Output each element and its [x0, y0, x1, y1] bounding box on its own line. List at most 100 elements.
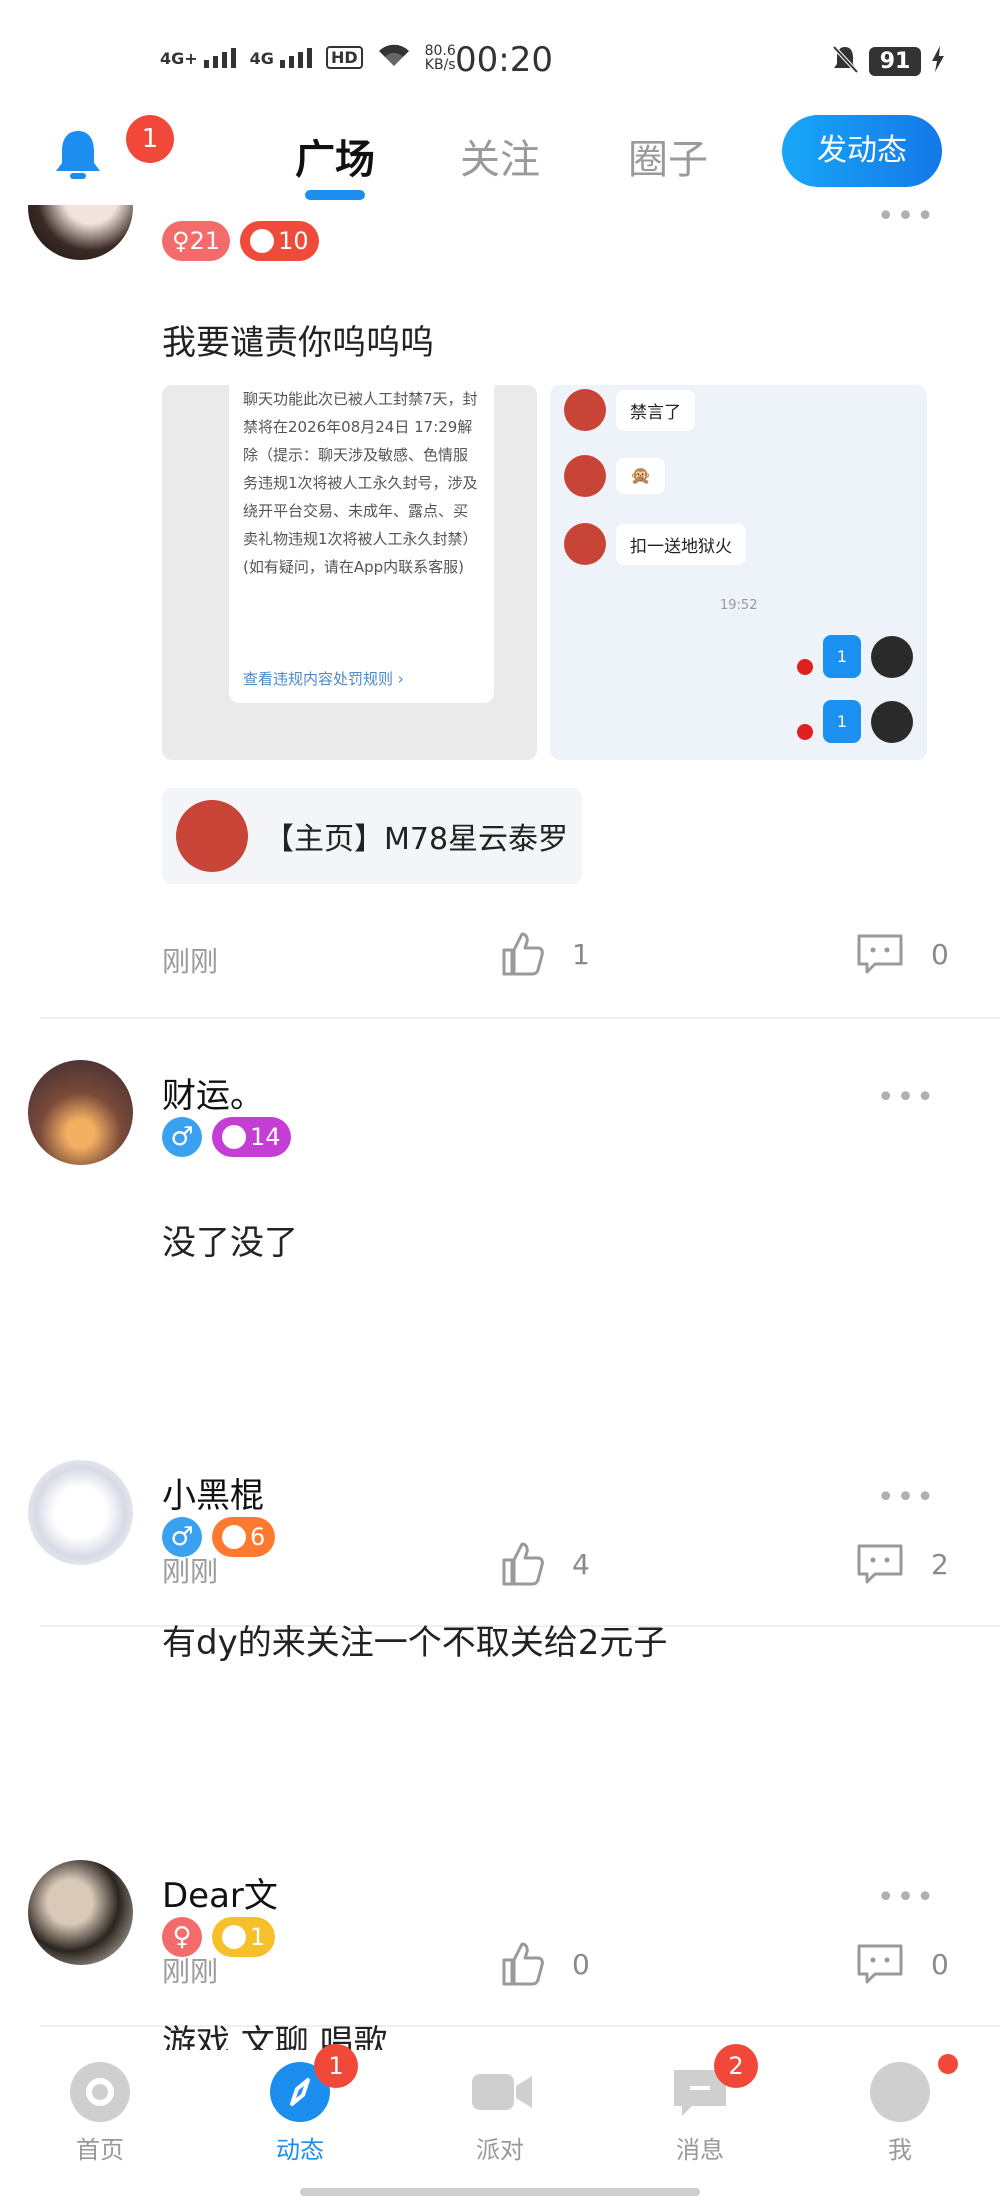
- nav-party-label: 派对: [476, 2136, 524, 2164]
- notification-bell-button[interactable]: 1: [48, 115, 174, 185]
- chat-avatar: [871, 635, 913, 678]
- nav-party[interactable]: 派对: [430, 2050, 570, 2165]
- nav-me-label: 我: [888, 2136, 912, 2164]
- battery-level: 91: [869, 46, 921, 76]
- level-badge: 6: [212, 1517, 276, 1557]
- mute-bell-icon: [831, 44, 859, 78]
- post-divider: [40, 1017, 1000, 1019]
- level-badge: 10: [240, 221, 319, 261]
- comment-icon: [857, 1544, 903, 1584]
- send-failed-icon: [796, 658, 813, 675]
- comment-icon: [857, 1944, 903, 1984]
- clock: 00:20: [455, 40, 553, 80]
- avatar[interactable]: [28, 1460, 133, 1565]
- status-bar: 4G+ 4G HD 80.6 KB/s 00:20 91: [0, 0, 1000, 115]
- username[interactable]: 小黑棍: [162, 1468, 264, 1517]
- nav-messages[interactable]: 2 消息: [630, 2044, 770, 2165]
- nav-me-dot: [938, 2054, 958, 2074]
- chat-avatar: [871, 700, 913, 743]
- chat-bubble: 禁言了: [616, 389, 695, 431]
- comment-count: 2: [931, 1547, 949, 1581]
- chat-self-message: 1: [796, 635, 913, 678]
- bell-icon: [56, 131, 100, 179]
- comment-button[interactable]: 0: [855, 930, 949, 978]
- send-failed-icon: [796, 723, 813, 740]
- user-badges: ♀ 1: [162, 1917, 276, 1957]
- chat-message: 🙊: [564, 455, 666, 497]
- charging-icon: [931, 46, 945, 76]
- more-options-icon[interactable]: •••: [877, 1880, 936, 1915]
- status-right: 91: [831, 44, 945, 78]
- nav-home-label: 首页: [76, 2136, 124, 2164]
- nav-feed[interactable]: 1 动态: [230, 2044, 370, 2165]
- chat-message: 扣一送地狱火: [564, 523, 746, 565]
- post-content: 我要谴责你呜呜呜: [162, 323, 434, 363]
- gender-badge: ♀: [162, 1917, 202, 1957]
- tab-circles[interactable]: 圈子: [628, 127, 708, 185]
- chat-bubble: 1: [822, 700, 861, 743]
- ban-notice-text: 聊天功能此次已被人工封禁7天，封禁将在2026年08月24日 17:29解除（提…: [243, 390, 478, 576]
- top-navigation: 1 广场 关注 圈子 发动态: [0, 115, 1000, 205]
- thumbs-up-icon: [502, 1542, 544, 1586]
- profile-card-title: 【主页】M78星云泰罗: [264, 822, 569, 857]
- chat-self-message: 1: [796, 700, 913, 743]
- comment-count: 0: [931, 1947, 949, 1981]
- signal-4g-plus-icon: 4G+: [160, 47, 236, 68]
- avatar[interactable]: [28, 1860, 133, 1965]
- level-badge: 1: [212, 1917, 276, 1957]
- comment-icon: [857, 934, 903, 974]
- bottom-navigation: 首页 1 动态 派对 2 消息 我: [0, 2044, 1000, 2200]
- nav-feed-badge: 1: [314, 2044, 358, 2088]
- app-screen: 4G+ 4G HD 80.6 KB/s 00:20 91 1 广场 关注 圈子 …: [0, 0, 1000, 2200]
- comment-count: 0: [931, 937, 949, 971]
- compass-icon: 1: [270, 2044, 358, 2122]
- nav-me[interactable]: 我: [830, 2050, 970, 2165]
- chat-bubble: 扣一送地狱火: [616, 523, 746, 565]
- username[interactable]: 财运。: [162, 1068, 264, 1117]
- tab-square[interactable]: 广场: [295, 127, 375, 185]
- ban-notice-card: 聊天功能此次已被人工封禁7天，封禁将在2026年08月24日 17:29解除（提…: [229, 385, 494, 703]
- wifi-icon: [377, 42, 411, 73]
- linked-profile-card[interactable]: 【主页】M78星云泰罗: [162, 788, 582, 884]
- chat-avatar: [564, 455, 606, 497]
- chat-timestamp: 19:52: [720, 598, 758, 613]
- network-speed: 80.6 KB/s: [424, 42, 456, 73]
- ban-rules-link: 查看违规内容处罚规则 ›: [243, 670, 404, 688]
- like-count: 0: [572, 1947, 590, 1981]
- more-options-icon[interactable]: •••: [877, 1480, 936, 1515]
- thumbs-up-icon: [502, 1942, 544, 1986]
- user-badges: ♂ 6: [162, 1517, 276, 1557]
- like-button[interactable]: 1: [498, 930, 590, 978]
- post-image-chat[interactable]: 禁言了 🙊 扣一送地狱火 19:52 1 1: [550, 385, 927, 760]
- gender-badge: ♂: [162, 1517, 202, 1557]
- avatar[interactable]: [28, 1060, 133, 1165]
- video-icon: [470, 2062, 532, 2122]
- more-options-icon[interactable]: •••: [877, 1080, 936, 1115]
- like-button[interactable]: 4: [498, 1540, 590, 1588]
- home-indicator[interactable]: [300, 2188, 700, 2196]
- post-image-notice[interactable]: 聊天功能此次已被人工封禁7天，封禁将在2026年08月24日 17:29解除（提…: [162, 385, 537, 760]
- tab-following[interactable]: 关注: [460, 127, 540, 185]
- comment-button[interactable]: 2: [855, 1540, 949, 1588]
- level-badge: 14: [212, 1117, 291, 1157]
- notification-badge: 1: [126, 115, 174, 163]
- thumbs-up-icon: [502, 932, 544, 976]
- post-content: 有dy的来关注一个不取关给2元子: [162, 1623, 668, 1663]
- profile-icon: [870, 2054, 958, 2122]
- chat-avatar: [564, 389, 606, 431]
- profile-avatar: [176, 800, 248, 872]
- gender-age-badge: ♀21: [162, 221, 231, 261]
- like-button[interactable]: 0: [498, 1940, 590, 1988]
- comment-button[interactable]: 0: [855, 1940, 949, 1988]
- nav-home[interactable]: 首页: [30, 2050, 170, 2165]
- nav-feed-label: 动态: [276, 2136, 324, 2164]
- home-icon: [70, 2062, 130, 2122]
- hd-icon: HD: [325, 46, 363, 69]
- post-content: 没了没了: [162, 1223, 298, 1263]
- active-tab-indicator: [305, 190, 365, 200]
- chat-bubble: 🙊: [616, 458, 666, 494]
- status-left: 4G+ 4G HD 80.6 KB/s: [160, 42, 456, 73]
- username[interactable]: Dear文: [162, 1868, 278, 1917]
- new-post-button[interactable]: 发动态: [782, 115, 942, 187]
- user-badges: ♂ 14: [162, 1117, 291, 1157]
